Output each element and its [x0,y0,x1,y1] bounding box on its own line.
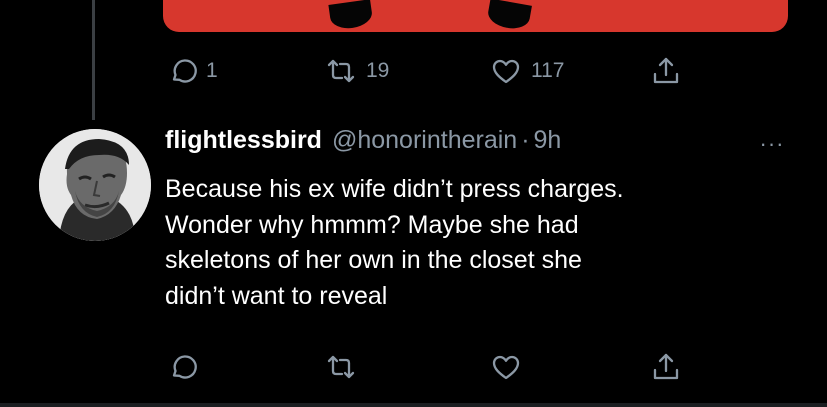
tweet-body: Because his ex wife didn’t press charges… [165,172,805,314]
tweet-body-line: Wonder why hmmm? Maybe she had [165,210,579,239]
header-separator: · [521,126,530,154]
previous-reply-count: 1 [206,59,218,82]
user-handle[interactable]: @honorintherain [332,126,517,155]
timestamp[interactable]: 9h [534,126,562,155]
divider [0,403,827,407]
previous-like-count: 117 [531,59,565,82]
reply-icon [172,355,197,379]
tweet-header: flightlessbird @honorintherain · 9h [165,126,561,166]
display-name[interactable]: flightlessbird [165,126,322,155]
like-button[interactable] [490,350,522,384]
reply-icon [172,59,197,83]
more-icon[interactable]: ··· [752,131,792,156]
tweet-body-line: Because his ex wife didn’t press charges… [165,175,624,203]
shoe-right [486,0,532,32]
reply-button[interactable] [165,350,197,384]
retweet-icon [327,59,355,83]
thread-connector-line [92,0,95,120]
avatar-photo [39,129,151,241]
previous-share-button[interactable] [650,54,682,88]
previous-tweet-media-image[interactable] [163,0,788,32]
share-button[interactable] [650,350,682,384]
share-icon [653,353,679,380]
share-icon [653,57,679,84]
like-icon [492,355,520,380]
shoe-left [328,0,374,31]
like-icon [492,59,520,84]
previous-retweet-button[interactable]: 19 [325,54,389,88]
previous-reply-button[interactable]: 1 [165,54,218,88]
avatar[interactable] [39,129,151,241]
tweet-body-line: didn’t want to reveal [165,281,388,310]
previous-retweet-count: 19 [366,59,390,82]
retweet-icon [327,355,355,379]
previous-tweet-actions: 1 19 117 [165,54,725,88]
tweet-body-line: skeletons of her own in the closet she [165,246,582,275]
previous-like-button[interactable]: 117 [490,54,564,88]
retweet-button[interactable] [325,350,357,384]
tweet-actions [165,350,725,384]
